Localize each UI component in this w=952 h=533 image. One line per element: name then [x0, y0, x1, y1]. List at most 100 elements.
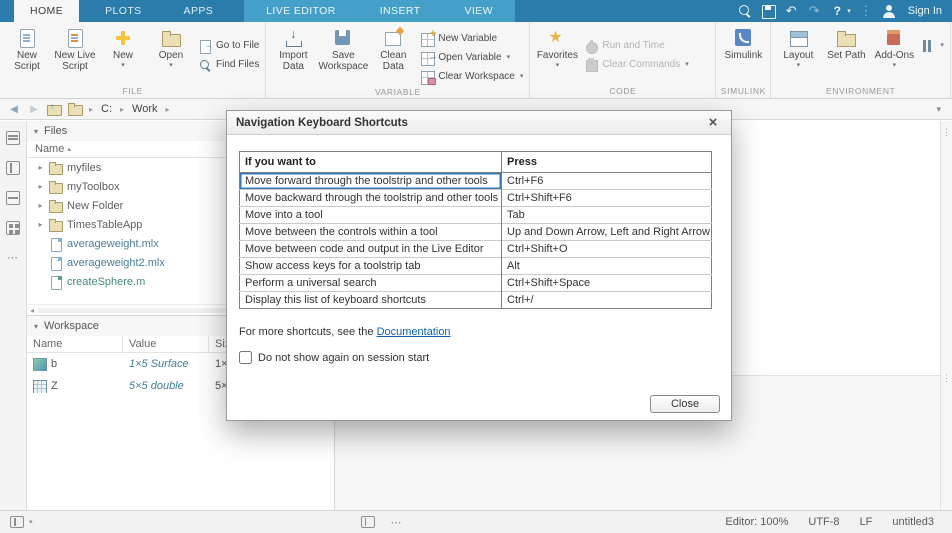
workspace-col-value[interactable]: Value: [123, 336, 209, 352]
clear-commands-icon: [584, 58, 598, 72]
files-collapse-icon[interactable]: ▾: [34, 127, 38, 136]
add-ons-icon: [883, 27, 905, 49]
keyboard-shortcuts-dialog: Navigation Keyboard Shortcuts × If you w…: [226, 110, 732, 421]
quick-access-toolbar: ↶ ↷ ?▾ ⋮ Sign In: [737, 0, 952, 22]
save-icon[interactable]: [760, 3, 776, 19]
community-icon[interactable]: ⋮: [858, 3, 874, 19]
layout-caret-icon: ▾: [797, 62, 801, 69]
workspace-panel-icon[interactable]: [6, 191, 20, 205]
statusbar-overflow-icon[interactable]: ⋯: [391, 516, 402, 529]
up-folder-icon[interactable]: [47, 103, 62, 115]
apps-panel-icon[interactable]: [6, 221, 20, 235]
table-row[interactable]: Show access keys for a toolstrip tabAlt: [240, 258, 712, 275]
editor-zoom-level[interactable]: Editor: 100%: [725, 516, 788, 528]
run-and-time-button[interactable]: Run and Time: [581, 36, 691, 55]
open-variable-caret-icon: ▾: [507, 54, 511, 61]
table-row[interactable]: Move forward through the toolstrip and o…: [240, 173, 712, 190]
clear-workspace-icon: [420, 70, 434, 84]
toolstrip-section-code: Favorites ▾ Run and Time Clear Commands …: [530, 22, 716, 98]
addressbar-menu-icon[interactable]: ▾: [936, 104, 945, 115]
go-to-file-button[interactable]: Go to File: [195, 36, 262, 55]
layout-button[interactable]: Layout ▾: [774, 24, 822, 69]
search-icon[interactable]: [737, 3, 753, 19]
workspace-collapse-icon[interactable]: ▾: [34, 322, 38, 331]
table-row[interactable]: Move between the controls within a toolU…: [240, 224, 712, 241]
dialog-close-icon[interactable]: ×: [704, 115, 722, 130]
do-not-show-checkbox[interactable]: [239, 351, 252, 364]
expand-icon[interactable]: ▸: [36, 201, 45, 210]
new-plus-icon: [112, 27, 134, 49]
column-header-press: Press: [502, 152, 712, 173]
open-button[interactable]: Open ▾: [147, 24, 195, 69]
folders-panel-icon[interactable]: [6, 161, 20, 175]
save-workspace-button[interactable]: Save Workspace: [317, 24, 369, 72]
add-ons-button[interactable]: Add-Ons ▾: [870, 24, 918, 69]
simulink-button[interactable]: Simulink: [719, 24, 767, 62]
clear-workspace-caret-icon: ▾: [520, 73, 524, 80]
add-ons-caret-icon: ▾: [893, 62, 897, 69]
new-script-button[interactable]: New Script: [3, 24, 51, 72]
tab-insert[interactable]: INSERT: [358, 0, 443, 22]
run-and-time-icon: [584, 39, 598, 53]
tab-home[interactable]: HOME: [14, 0, 79, 22]
table-header-row: If you want to Press: [240, 152, 712, 173]
splitter-handle-icon[interactable]: ⋮: [941, 373, 952, 384]
redo-icon[interactable]: ↷: [806, 3, 822, 19]
new-button[interactable]: New ▾: [99, 24, 147, 69]
more-shortcuts-note: For more shortcuts, see the Documentatio…: [239, 326, 719, 338]
tab-plots[interactable]: PLOTS: [89, 0, 157, 22]
open-variable-button[interactable]: Open Variable ▾: [417, 48, 526, 67]
expand-icon[interactable]: ▸: [36, 182, 45, 191]
new-variable-button[interactable]: New Variable: [417, 29, 526, 48]
clear-commands-button[interactable]: Clear Commands ▾: [581, 55, 691, 74]
favorites-icon: [546, 27, 568, 49]
parallel-caret-icon: ▾: [940, 42, 944, 49]
help-icon[interactable]: ?: [829, 3, 845, 19]
find-files-button[interactable]: Find Files: [195, 55, 262, 74]
new-live-script-button[interactable]: New Live Script: [51, 24, 99, 72]
tab-live-editor[interactable]: LIVE EDITOR: [244, 0, 358, 22]
tab-apps[interactable]: APPS: [168, 0, 230, 22]
expand-icon[interactable]: ▸: [36, 220, 45, 229]
back-button[interactable]: ◀: [7, 104, 21, 115]
dialog-title-bar[interactable]: Navigation Keyboard Shortcuts ×: [227, 111, 731, 135]
favorites-button[interactable]: Favorites ▾: [533, 24, 581, 69]
import-data-button[interactable]: Import Data: [269, 24, 317, 72]
browse-folder-icon[interactable]: [68, 103, 83, 115]
workspace-col-name[interactable]: Name: [27, 336, 123, 352]
clear-workspace-button[interactable]: Clear Workspace ▾: [417, 67, 526, 86]
table-row[interactable]: Move backward through the toolstrip and …: [240, 190, 712, 207]
table-row[interactable]: Move between code and output in the Live…: [240, 241, 712, 258]
statusbar-panel-icon[interactable]: [361, 516, 375, 528]
breadcrumb-folder[interactable]: Work: [130, 103, 159, 115]
close-button[interactable]: Close: [650, 395, 720, 413]
statusbar-layout-icon[interactable]: [10, 516, 24, 528]
table-row[interactable]: Display this list of keyboard shortcutsC…: [240, 292, 712, 309]
expand-icon[interactable]: ▸: [36, 163, 45, 172]
breadcrumb-drive[interactable]: C:: [99, 103, 114, 115]
table-row[interactable]: Perform a universal searchCtrl+Shift+Spa…: [240, 275, 712, 292]
sidebar-overflow-icon[interactable]: ⋯: [7, 251, 19, 264]
sort-ascending-icon: ▴: [67, 145, 71, 153]
parallel-menu-button[interactable]: ▾: [918, 36, 947, 55]
clean-data-button[interactable]: Clean Data: [369, 24, 417, 72]
import-data-icon: [282, 27, 304, 49]
section-label-simulink: SIMULINK: [719, 85, 767, 98]
new-script-icon: [16, 27, 38, 49]
go-to-file-icon: [198, 39, 212, 53]
profile-icon[interactable]: [881, 3, 897, 19]
tab-view[interactable]: VIEW: [442, 0, 514, 22]
splitter-handle-icon[interactable]: ⋮: [941, 127, 952, 138]
sign-in-link[interactable]: Sign In: [904, 5, 942, 17]
set-path-button[interactable]: Set Path: [822, 24, 870, 62]
undo-icon[interactable]: ↶: [783, 3, 799, 19]
forward-button[interactable]: ▶: [27, 104, 41, 115]
new-variable-icon: [420, 32, 434, 46]
scroll-left-icon[interactable]: ◂: [30, 306, 34, 315]
folder-icon: [49, 219, 63, 231]
table-row[interactable]: Move into a toolTab: [240, 207, 712, 224]
current-file-name: untitled3: [892, 516, 934, 528]
files-panel-icon[interactable]: [6, 131, 20, 145]
documentation-link[interactable]: Documentation: [377, 326, 451, 338]
dialog-title: Navigation Keyboard Shortcuts: [236, 117, 408, 129]
